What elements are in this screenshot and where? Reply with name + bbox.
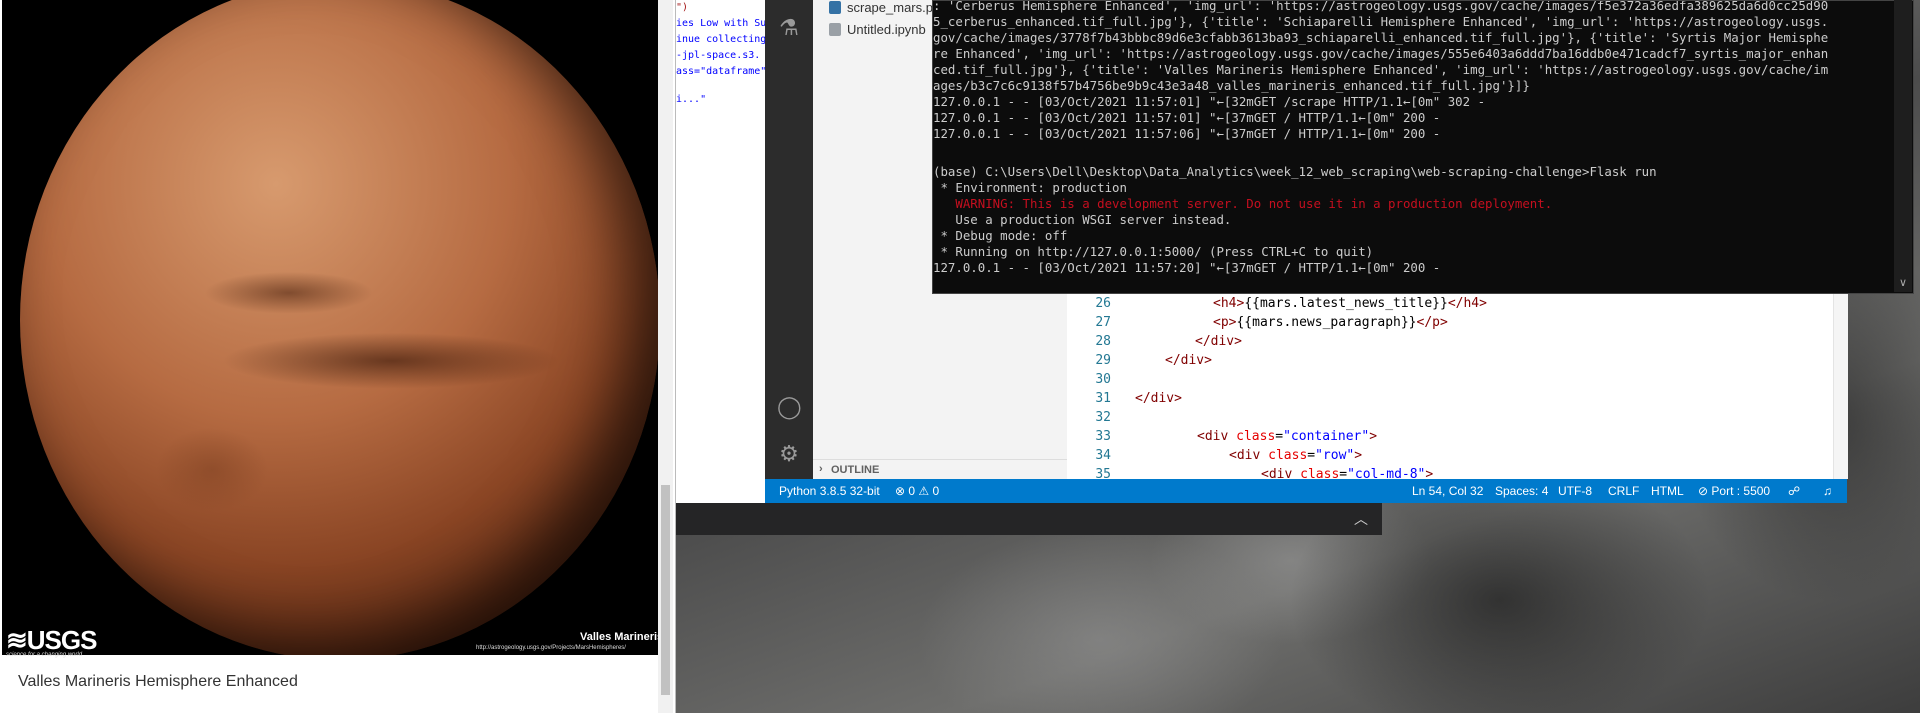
terminal-warning-line: WARNING: This is a development server. D… [933, 196, 1553, 211]
problems-status[interactable]: ⊗ 0 ⚠ 0 [895, 484, 939, 498]
language-mode-status[interactable]: HTML [1651, 484, 1684, 498]
peek-line: inue collecting [676, 34, 765, 45]
python-interpreter-status[interactable]: Python 3.8.5 32-bit [779, 484, 880, 498]
peek-line: ass="dataframe" [676, 66, 765, 77]
live-server-port-status[interactable]: ⊘ Port : 5500 [1698, 484, 1770, 498]
notifications-bell-icon[interactable]: ♫ [1823, 484, 1832, 498]
code-line: <div class="col-md-8"> [1261, 467, 1434, 479]
scroll-down-icon[interactable]: ∨ [1894, 274, 1912, 292]
line-number: 26 [1095, 296, 1111, 311]
code-line: <div class="row"> [1229, 448, 1363, 463]
outline-label: OUTLINE [831, 464, 880, 476]
code-line: </div> [1165, 353, 1212, 368]
mars-planet-graphic [20, 0, 658, 655]
terminal-line: ages/b3c7c6c9138f57b4756be9b9c43e3a48_va… [933, 78, 1530, 93]
chevron-up-icon[interactable]: ︿ [1350, 508, 1372, 530]
notebook-file-icon [829, 23, 841, 36]
line-number: 31 [1095, 391, 1111, 406]
settings-gear-icon[interactable]: ⚙ [777, 442, 801, 466]
background-editor-peek: ") ies Low with Su inue collecting -jpl-… [676, 0, 765, 141]
python-file-icon [829, 1, 841, 14]
terminal-line: Use a production WSGI server instead. [933, 212, 1232, 227]
terminal-line: gov/cache/images/3778f7b43bbbc89d6e3cfab… [933, 30, 1829, 45]
code-editor[interactable]: 26 27 28 29 30 31 32 33 34 35 <h4>{{mars… [1067, 290, 1847, 479]
terminal-line: * Debug mode: off [933, 228, 1068, 243]
peek-line: i..." [676, 94, 707, 105]
feedback-icon[interactable]: ☍ [1788, 484, 1800, 498]
explorer-file-item[interactable]: Untitled.ipynb [829, 22, 926, 37]
terminal-line: 127.0.0.1 - - [03/Oct/2021 11:57:01] "←[… [933, 110, 1441, 125]
terminal-scrollbar[interactable] [1894, 0, 1912, 292]
account-icon[interactable]: ◯ [777, 395, 802, 419]
code-line: </div> [1135, 391, 1182, 406]
terminal-window[interactable]: : 'Cerberus Hemisphere Enhanced', 'img_u… [932, 0, 1914, 294]
explorer-file-item[interactable]: scrape_mars.py [829, 0, 939, 15]
image-caption: Valles Marineris [580, 631, 664, 643]
file-name: Untitled.ipynb [847, 22, 926, 37]
activity-bar: ⚗ ◯ ⚙ [765, 0, 813, 479]
peek-line: ies Low with Su [676, 18, 765, 29]
peek-line: -jpl-space.s3. [676, 50, 761, 61]
code-line: </div> [1195, 334, 1242, 349]
terminal-line: 127.0.0.1 - - [03/Oct/2021 11:57:06] "←[… [933, 126, 1441, 141]
line-number: 34 [1095, 448, 1111, 463]
line-number: 29 [1095, 353, 1111, 368]
code-line: <p>{{mars.news_paragraph}}</p> [1213, 315, 1448, 330]
collapsed-panel-bar [676, 503, 1382, 535]
status-bar: Python 3.8.5 32-bit ⊗ 0 ⚠ 0 Ln 54, Col 3… [765, 479, 1847, 503]
flask-test-icon[interactable]: ⚗ [777, 16, 801, 40]
cursor-position-status[interactable]: Ln 54, Col 32 [1412, 484, 1483, 498]
line-number: 35 [1095, 467, 1111, 479]
terminal-line: : 'Cerberus Hemisphere Enhanced', 'img_u… [933, 0, 1829, 13]
code-line: <div class="container"> [1197, 429, 1378, 444]
terminal-line: 5_cerberus_enhanced.tif_full.jpg'}, {'ti… [933, 14, 1829, 29]
browser-scrollbar-thumb[interactable] [661, 485, 670, 695]
editor-peek-body [676, 140, 765, 503]
line-number: 33 [1095, 429, 1111, 444]
terminal-line: 127.0.0.1 - - [03/Oct/2021 11:57:20] "←[… [933, 260, 1441, 275]
file-name: scrape_mars.py [847, 0, 940, 15]
usgs-tagline: science for a changing world [6, 652, 83, 658]
chevron-right-icon: › [819, 463, 823, 475]
line-number: 28 [1095, 334, 1111, 349]
editor-scrollbar[interactable] [1833, 290, 1848, 479]
terminal-line: (base) C:\Users\Dell\Desktop\Data_Analyt… [933, 164, 1657, 179]
terminal-line: * Environment: production [933, 180, 1127, 195]
outline-section-header[interactable]: › OUTLINE [813, 459, 1067, 480]
indentation-status[interactable]: Spaces: 4 [1495, 484, 1548, 498]
encoding-status[interactable]: UTF-8 [1558, 484, 1592, 498]
line-number: 32 [1095, 410, 1111, 425]
terminal-line: 127.0.0.1 - - [03/Oct/2021 11:57:01] "←[… [933, 94, 1486, 109]
terminal-line: ced.tif_full.jpg'}, {'title': 'Valles Ma… [933, 62, 1829, 77]
line-number: 30 [1095, 372, 1111, 387]
mars-hemisphere-image [2, 0, 658, 655]
eol-status[interactable]: CRLF [1608, 484, 1639, 498]
line-number: 27 [1095, 315, 1111, 330]
terminal-line: * Running on http://127.0.0.1:5000/ (Pre… [933, 244, 1374, 259]
browser-window: ≋USGS science for a changing world Valle… [0, 0, 676, 713]
peek-line: ") [676, 2, 689, 13]
code-line: <h4>{{mars.latest_news_title}}</h4> [1213, 296, 1487, 311]
hemisphere-title: Valles Marineris Hemisphere Enhanced [18, 673, 298, 690]
image-url-caption: http://astrogeology.usgs.gov/Projects/Ma… [476, 645, 626, 651]
terminal-line: re Enhanced', 'img_url': 'https://astrog… [933, 46, 1829, 61]
